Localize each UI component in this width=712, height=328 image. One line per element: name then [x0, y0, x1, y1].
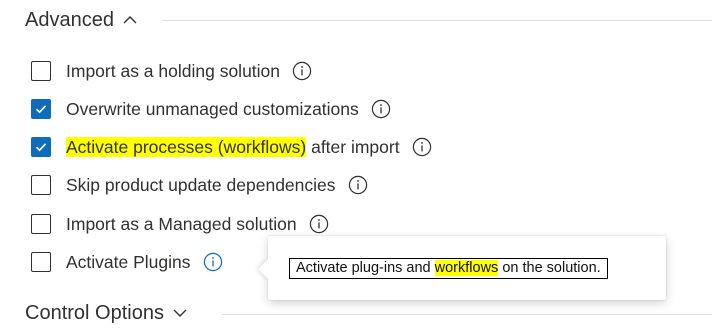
option-activate-plugins[interactable]: Activate Plugins — [31, 249, 223, 275]
skip-update-dependencies-label: Skip product update dependencies — [66, 174, 336, 195]
control-options-section-title: Control Options — [25, 302, 164, 324]
activate-plugins-label: Activate Plugins — [66, 251, 191, 272]
info-icon[interactable] — [412, 137, 432, 157]
holding-solution-label: Import as a holding solution — [66, 60, 281, 81]
option-managed-solution[interactable]: Import as a Managed solution — [31, 211, 329, 237]
activate-processes-checkbox[interactable] — [31, 137, 51, 157]
tooltip-highlighted-text: workflows — [434, 260, 499, 276]
option-holding-solution[interactable]: Import as a holding solution — [31, 58, 312, 84]
activate-processes-label: Activate processes (workflows) after imp… — [66, 136, 400, 158]
info-tooltip: Activate plug-ins and workflows on the s… — [258, 236, 666, 300]
info-icon[interactable] — [348, 175, 368, 195]
overwrite-customizations-label: Overwrite unmanaged customizations — [66, 98, 359, 119]
tooltip-text-after: on the solution. — [498, 260, 601, 276]
advanced-section-header[interactable]: Advanced — [25, 5, 138, 35]
control-options-section-header[interactable]: Control Options — [25, 298, 188, 328]
section-divider — [162, 20, 712, 21]
tooltip-beak — [258, 259, 278, 279]
section-divider — [222, 314, 712, 315]
chevron-up-icon[interactable] — [122, 12, 138, 28]
chevron-down-icon[interactable] — [172, 305, 188, 321]
managed-solution-checkbox[interactable] — [31, 214, 51, 234]
check-icon — [35, 105, 47, 114]
option-activate-processes[interactable]: Activate processes (workflows) after imp… — [31, 134, 432, 160]
info-icon[interactable] — [203, 252, 223, 272]
advanced-section-title: Advanced — [25, 9, 114, 31]
info-icon[interactable] — [309, 214, 329, 234]
tooltip-text-before: Activate plug-ins and — [296, 260, 435, 276]
activate-plugins-checkbox[interactable] — [31, 252, 51, 272]
option-skip-update-dependencies[interactable]: Skip product update dependencies — [31, 172, 368, 198]
overwrite-customizations-checkbox[interactable] — [31, 99, 51, 119]
managed-solution-label: Import as a Managed solution — [66, 213, 297, 234]
check-icon — [35, 143, 47, 152]
label-suffix: after import — [306, 136, 400, 157]
info-icon[interactable] — [371, 99, 391, 119]
highlighted-text: Activate processes (workflows) — [66, 136, 307, 157]
info-icon[interactable] — [292, 61, 312, 81]
option-overwrite-customizations[interactable]: Overwrite unmanaged customizations — [31, 96, 391, 122]
holding-solution-checkbox[interactable] — [31, 61, 51, 81]
tooltip-text: Activate plug-ins and workflows on the s… — [289, 258, 608, 279]
skip-update-dependencies-checkbox[interactable] — [31, 175, 51, 195]
